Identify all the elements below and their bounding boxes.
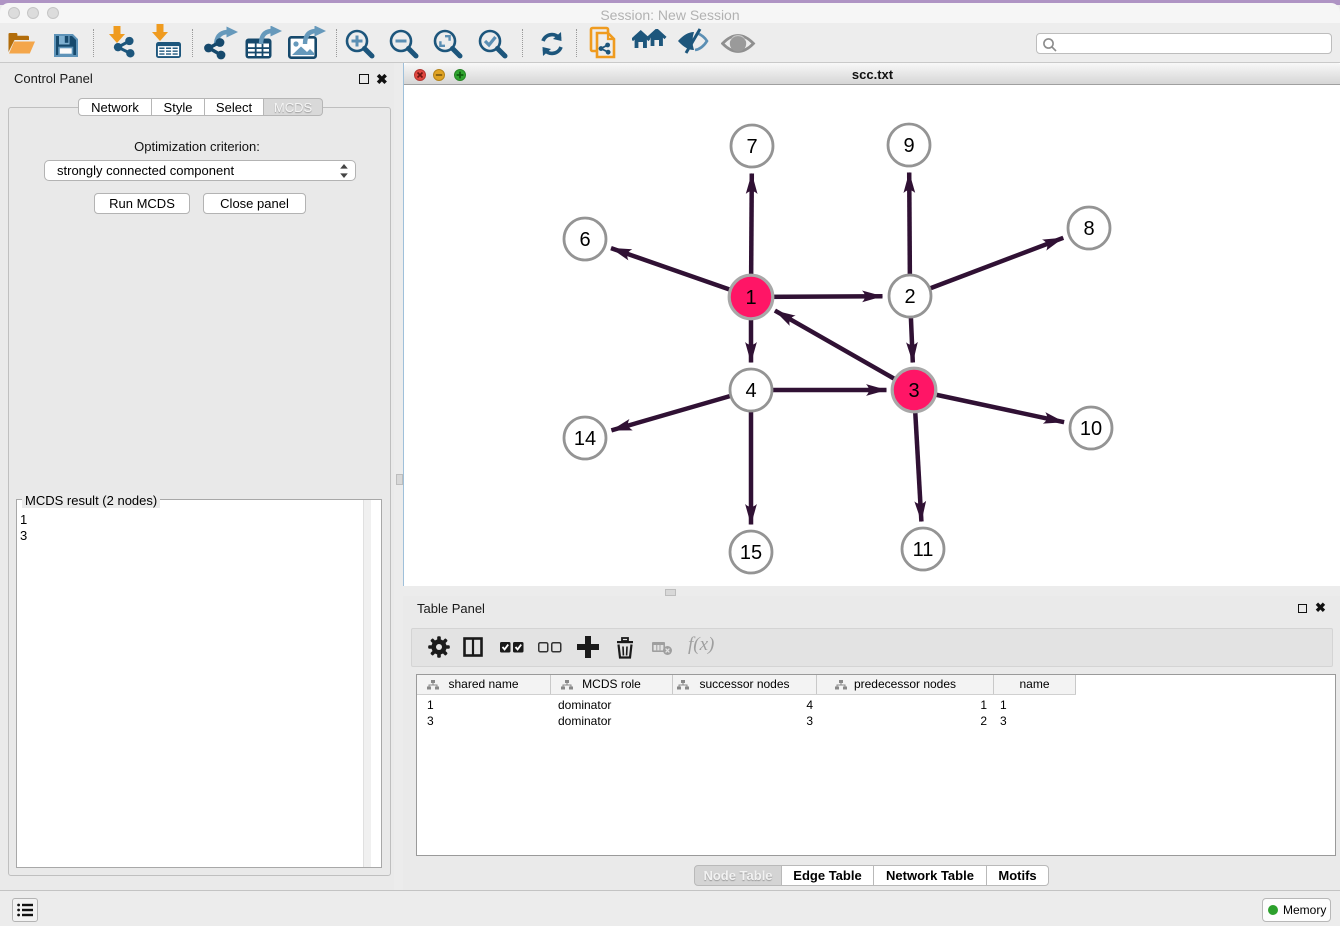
svg-text:8: 8 bbox=[1083, 218, 1094, 240]
svg-text:3: 3 bbox=[908, 380, 919, 402]
svg-text:6: 6 bbox=[579, 229, 590, 251]
svg-text:11: 11 bbox=[913, 539, 934, 561]
svg-text:9: 9 bbox=[903, 135, 914, 157]
svg-text:15: 15 bbox=[740, 542, 762, 564]
svg-text:1: 1 bbox=[745, 287, 756, 309]
svg-text:10: 10 bbox=[1080, 418, 1102, 440]
svg-text:2: 2 bbox=[904, 286, 915, 308]
svg-text:4: 4 bbox=[745, 380, 756, 402]
svg-text:14: 14 bbox=[574, 428, 596, 450]
svg-text:7: 7 bbox=[746, 136, 757, 158]
